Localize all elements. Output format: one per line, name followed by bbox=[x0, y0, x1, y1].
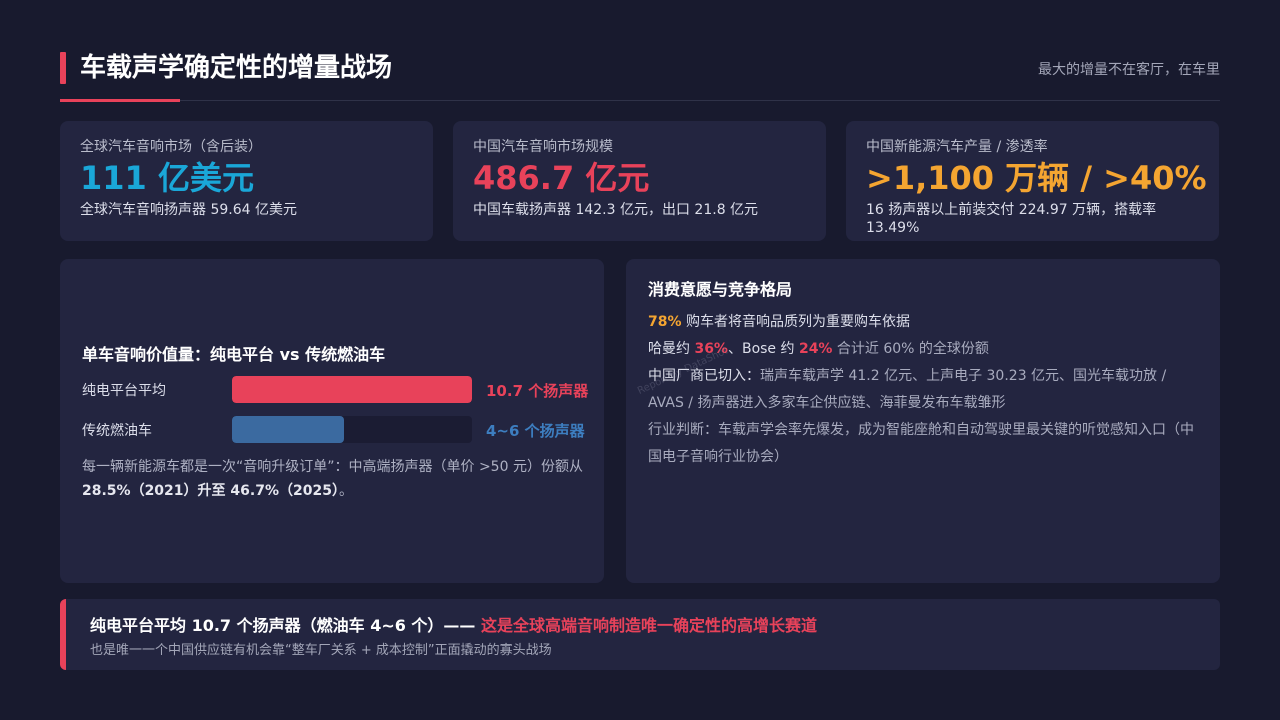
bar-fill-ev bbox=[232, 376, 472, 403]
stat-card-nev-production: 中国新能源汽车产量 / 渗透率 >1,100 万辆 / >40% 16 扬声器以… bbox=[846, 121, 1219, 241]
conclusion-highlight: 这是全球高端音响制造唯一确定性的高增长赛道 bbox=[481, 616, 818, 635]
note-suffix: 。 bbox=[338, 483, 353, 499]
consumer-point-china-vendors: 中国厂商已切入：瑞声车载声学 41.2 亿元、上声电子 30.23 亿元、国光车… bbox=[648, 363, 1198, 417]
bar-track bbox=[232, 376, 472, 403]
bar-value: 10.7 个扬声器 bbox=[486, 382, 589, 400]
consumer-points: 78% 购车者将音响品质列为重要购车依据 哈曼约 36%、Bose 约 24% … bbox=[648, 309, 1198, 471]
conclusion-sub: 也是唯一一个中国供应链有机会靠“整车厂关系 + 成本控制”正面撬动的寡头战场 bbox=[90, 643, 552, 658]
consumer-panel-title: 消费意愿与竞争格局 bbox=[648, 280, 793, 299]
speaker-comparison-panel: 单车音响价值量：纯电平台 vs 传统燃油车 纯电平台平均 10.7 个扬声器 传… bbox=[60, 259, 604, 583]
speaker-note: 每一辆新能源车都是一次“音响升级订单”：中高端扬声器（单价 >50 元）份额从 … bbox=[82, 455, 587, 503]
consumer-point-judgement: 行业判断：车载声学会率先爆发，成为智能座舱和自动驾驶里最关键的听觉感知入口（中国… bbox=[648, 422, 1194, 465]
bar-track bbox=[232, 416, 472, 443]
speaker-comparison-title: 单车音响价值量：纯电平台 vs 传统燃油车 bbox=[82, 345, 386, 364]
consumer-point-purchase: 78% 购车者将音响品质列为重要购车依据 bbox=[648, 309, 1198, 336]
bar-fill-ice bbox=[232, 416, 345, 443]
point-text: 哈曼约 bbox=[648, 341, 695, 357]
note-highlight: 28.5%（2021）升至 46.7%（2025） bbox=[82, 483, 339, 499]
title-accent-bar bbox=[60, 52, 66, 84]
bar-row-ice: 传统燃油车 4~6 个扬声器 bbox=[82, 416, 585, 444]
note-text: 每一辆新能源车都是一次“音响升级订单”：中高端扬声器（单价 >50 元）份额从 bbox=[82, 459, 583, 475]
conclusion-banner: 纯电平台平均 10.7 个扬声器（燃油车 4~6 个）—— 这是全球高端音响制造… bbox=[60, 599, 1220, 670]
conclusion-text: 纯电平台平均 10.7 个扬声器（燃油车 4~6 个）—— bbox=[90, 616, 482, 635]
bar-value: 4~6 个扬声器 bbox=[486, 422, 585, 440]
page-subtitle: 最大的增量不在客厅，在车里 bbox=[1038, 62, 1220, 78]
point-text: 合计近 60% 的全球份额 bbox=[832, 341, 989, 357]
header-divider-accent bbox=[60, 99, 180, 102]
header-divider bbox=[60, 100, 1220, 101]
highlight-percent: 78% bbox=[648, 314, 682, 330]
consumer-point-share: 哈曼约 36%、Bose 约 24% 合计近 60% 的全球份额 bbox=[648, 336, 1198, 363]
stat-desc: 全球汽车音响扬声器 59.64 亿美元 bbox=[80, 202, 297, 218]
conclusion-main: 纯电平台平均 10.7 个扬声器（燃油车 4~6 个）—— 这是全球高端音响制造… bbox=[90, 612, 817, 636]
bar-row-ev: 纯电平台平均 10.7 个扬声器 bbox=[82, 376, 588, 404]
bar-label: 传统燃油车 bbox=[82, 423, 152, 439]
point-text: 、Bose 约 bbox=[727, 341, 799, 357]
stat-label: 中国汽车音响市场规模 bbox=[473, 139, 613, 155]
page-header: 车载声学确定性的增量战场 最大的增量不在客厅，在车里 bbox=[60, 50, 1220, 102]
highlight-percent: 24% bbox=[798, 341, 833, 357]
consumer-competition-panel: 消费意愿与竞争格局 78% 购车者将音响品质列为重要购车依据 哈曼约 36%、B… bbox=[626, 259, 1220, 583]
stat-value: 486.7 亿元 bbox=[473, 159, 650, 197]
conclusion-accent-bar bbox=[60, 599, 66, 670]
stat-card-china-market: 中国汽车音响市场规模 486.7 亿元 中国车载扬声器 142.3 亿元，出口 … bbox=[453, 121, 826, 241]
stat-value: >1,100 万辆 / >40% bbox=[866, 159, 1207, 197]
stat-desc: 16 扬声器以上前装交付 224.97 万辆，搭载率 13.49% bbox=[866, 202, 1157, 236]
bar-label: 纯电平台平均 bbox=[82, 383, 166, 399]
stat-label: 全球汽车音响市场（含后装） bbox=[80, 139, 262, 155]
page-title: 车载声学确定性的增量战场 bbox=[80, 53, 393, 83]
point-text: 购车者将音响品质列为重要购车依据 bbox=[681, 314, 910, 330]
stat-value: 111 亿美元 bbox=[80, 159, 254, 197]
stat-label: 中国新能源汽车产量 / 渗透率 bbox=[866, 139, 1048, 155]
stat-card-global-market: 全球汽车音响市场（含后装） 111 亿美元 全球汽车音响扬声器 59.64 亿美… bbox=[60, 121, 433, 241]
stat-desc: 中国车载扬声器 142.3 亿元，出口 21.8 亿元 bbox=[473, 202, 759, 218]
